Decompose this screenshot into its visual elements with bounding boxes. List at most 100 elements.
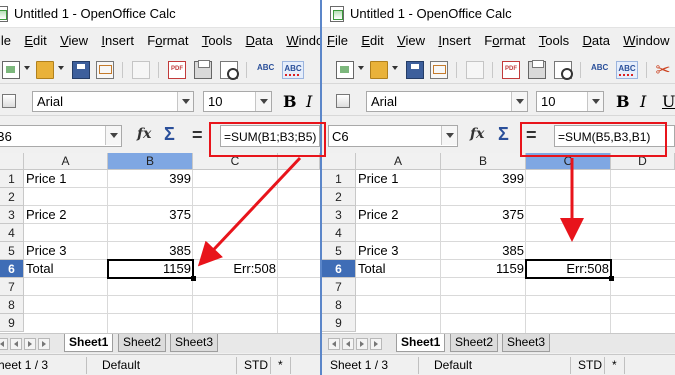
row-header-5[interactable]: 5 [0, 242, 24, 260]
menu-view[interactable]: View [397, 30, 425, 52]
menu-tools[interactable]: Tools [539, 30, 569, 52]
styles-formatting-icon[interactable] [336, 94, 350, 108]
font-name-combo[interactable]: Arial [366, 91, 528, 112]
first-sheet-nav-icon[interactable] [328, 338, 340, 350]
send-email-icon[interactable] [430, 61, 448, 79]
formula-input[interactable]: =SUM(B5,B3,B1) [554, 125, 675, 147]
menu-window[interactable]: Window [623, 30, 669, 52]
column-header-d[interactable]: D [611, 153, 675, 170]
next-sheet-nav-icon[interactable] [24, 338, 36, 350]
menu-data[interactable]: Data [582, 30, 609, 52]
status-selection-mode[interactable]: STD [244, 358, 268, 372]
menu-insert[interactable]: Insert [438, 30, 471, 52]
select-all-corner[interactable] [322, 153, 356, 170]
cell-b5[interactable]: 385 [441, 242, 526, 260]
bold-icon[interactable]: B [616, 92, 630, 111]
print-icon[interactable] [528, 60, 546, 79]
cell-a3[interactable]: Price 2 [24, 206, 108, 224]
cell-b1[interactable]: 399 [108, 170, 193, 188]
menu-format[interactable]: Format [484, 30, 525, 52]
print-icon[interactable] [194, 60, 212, 79]
status-page-style[interactable]: Default [434, 358, 472, 372]
menu-format[interactable]: Format [147, 30, 188, 52]
row-header-2[interactable]: 2 [322, 188, 356, 206]
menu-edit[interactable]: Edit [361, 30, 383, 52]
font-name-chevron-down-icon[interactable] [511, 92, 527, 111]
cell-b6[interactable]: 1159 [441, 260, 526, 278]
last-sheet-nav-icon[interactable] [38, 338, 50, 350]
open-dropdown-chevron-icon[interactable] [58, 66, 64, 70]
page-preview-icon[interactable] [554, 61, 573, 80]
cut-scissors-icon[interactable]: ✂ [654, 61, 672, 79]
row-header-1[interactable]: 1 [322, 170, 356, 188]
export-pdf-icon[interactable] [168, 61, 186, 79]
column-header-a[interactable]: A [24, 153, 108, 170]
row-header-8[interactable]: 8 [0, 296, 24, 314]
tab-sheet1[interactable]: Sheet1 [64, 334, 114, 352]
row-header-3[interactable]: 3 [322, 206, 356, 224]
export-pdf-icon[interactable] [502, 61, 520, 79]
cell-a1[interactable]: Price 1 [24, 170, 108, 188]
next-sheet-nav-icon[interactable] [356, 338, 368, 350]
function-equals-icon[interactable]: = [526, 125, 537, 146]
font-size-combo[interactable]: 10 [203, 91, 272, 112]
cell-a5[interactable]: Price 3 [356, 242, 441, 260]
open-folder-icon[interactable] [36, 61, 54, 79]
spellcheck-icon[interactable]: ABC [590, 61, 608, 79]
column-header-c[interactable]: C [526, 153, 611, 170]
open-dropdown-chevron-icon[interactable] [392, 66, 398, 70]
tab-sheet2[interactable]: Sheet2 [450, 334, 499, 352]
row-header-7[interactable]: 7 [0, 278, 24, 296]
name-box-chevron-down-icon[interactable] [105, 126, 121, 145]
cell-a6[interactable]: Total [356, 260, 441, 278]
prev-sheet-nav-icon[interactable] [10, 338, 22, 350]
cell-b5[interactable]: 385 [108, 242, 193, 260]
row-header-4[interactable]: 4 [322, 224, 356, 242]
sum-icon[interactable]: Σ [498, 124, 509, 145]
formula-input[interactable]: =SUM(B1;B3;B5) [220, 125, 320, 147]
tab-sheet1[interactable]: Sheet1 [396, 334, 446, 352]
font-size-chevron-down-icon[interactable] [587, 92, 603, 111]
status-page-style[interactable]: Default [102, 358, 140, 372]
page-preview-icon[interactable] [220, 61, 239, 80]
new-dropdown-chevron-icon[interactable] [24, 66, 30, 70]
menu-edit[interactable]: Edit [24, 30, 46, 52]
tab-sheet3[interactable]: Sheet3 [502, 334, 551, 352]
row-header-6[interactable]: 6 [0, 260, 24, 278]
name-box[interactable]: B6 [0, 125, 122, 147]
prev-sheet-nav-icon[interactable] [342, 338, 354, 350]
row-header-4[interactable]: 4 [0, 224, 24, 242]
row-header-9[interactable]: 9 [0, 314, 24, 332]
column-header-d[interactable] [278, 153, 320, 170]
italic-icon[interactable]: I [640, 92, 646, 111]
menu-view[interactable]: View [60, 30, 88, 52]
save-disk-icon[interactable] [72, 61, 90, 79]
bold-icon[interactable]: B [283, 92, 297, 111]
font-name-combo[interactable]: Arial [32, 91, 194, 112]
sum-icon[interactable]: Σ [164, 124, 175, 145]
name-box[interactable]: C6 [328, 125, 458, 147]
row-header-1[interactable]: 1 [0, 170, 24, 188]
row-header-9[interactable]: 9 [322, 314, 356, 332]
new-document-icon[interactable] [2, 61, 20, 79]
font-name-chevron-down-icon[interactable] [177, 92, 193, 111]
italic-icon[interactable]: I [306, 92, 312, 111]
name-box-chevron-down-icon[interactable] [441, 126, 457, 145]
row-header-3[interactable]: 3 [0, 206, 24, 224]
spellcheck-icon[interactable]: ABC [256, 61, 274, 79]
cell-a1[interactable]: Price 1 [356, 170, 441, 188]
tab-sheet3[interactable]: Sheet3 [170, 334, 219, 352]
column-header-a[interactable]: A [356, 153, 441, 170]
edit-file-icon[interactable] [466, 61, 484, 79]
row-header-6[interactable]: 6 [322, 260, 356, 278]
row-header-7[interactable]: 7 [322, 278, 356, 296]
column-header-b[interactable]: B [108, 153, 193, 170]
cell-a3[interactable]: Price 2 [356, 206, 441, 224]
cell-b1[interactable]: 399 [441, 170, 526, 188]
cell-b3[interactable]: 375 [108, 206, 193, 224]
new-dropdown-chevron-icon[interactable] [358, 66, 364, 70]
cell-c6[interactable]: Err:508 [193, 260, 278, 278]
row-header-2[interactable]: 2 [0, 188, 24, 206]
last-sheet-nav-icon[interactable] [370, 338, 382, 350]
menu-tools[interactable]: Tools [202, 30, 232, 52]
